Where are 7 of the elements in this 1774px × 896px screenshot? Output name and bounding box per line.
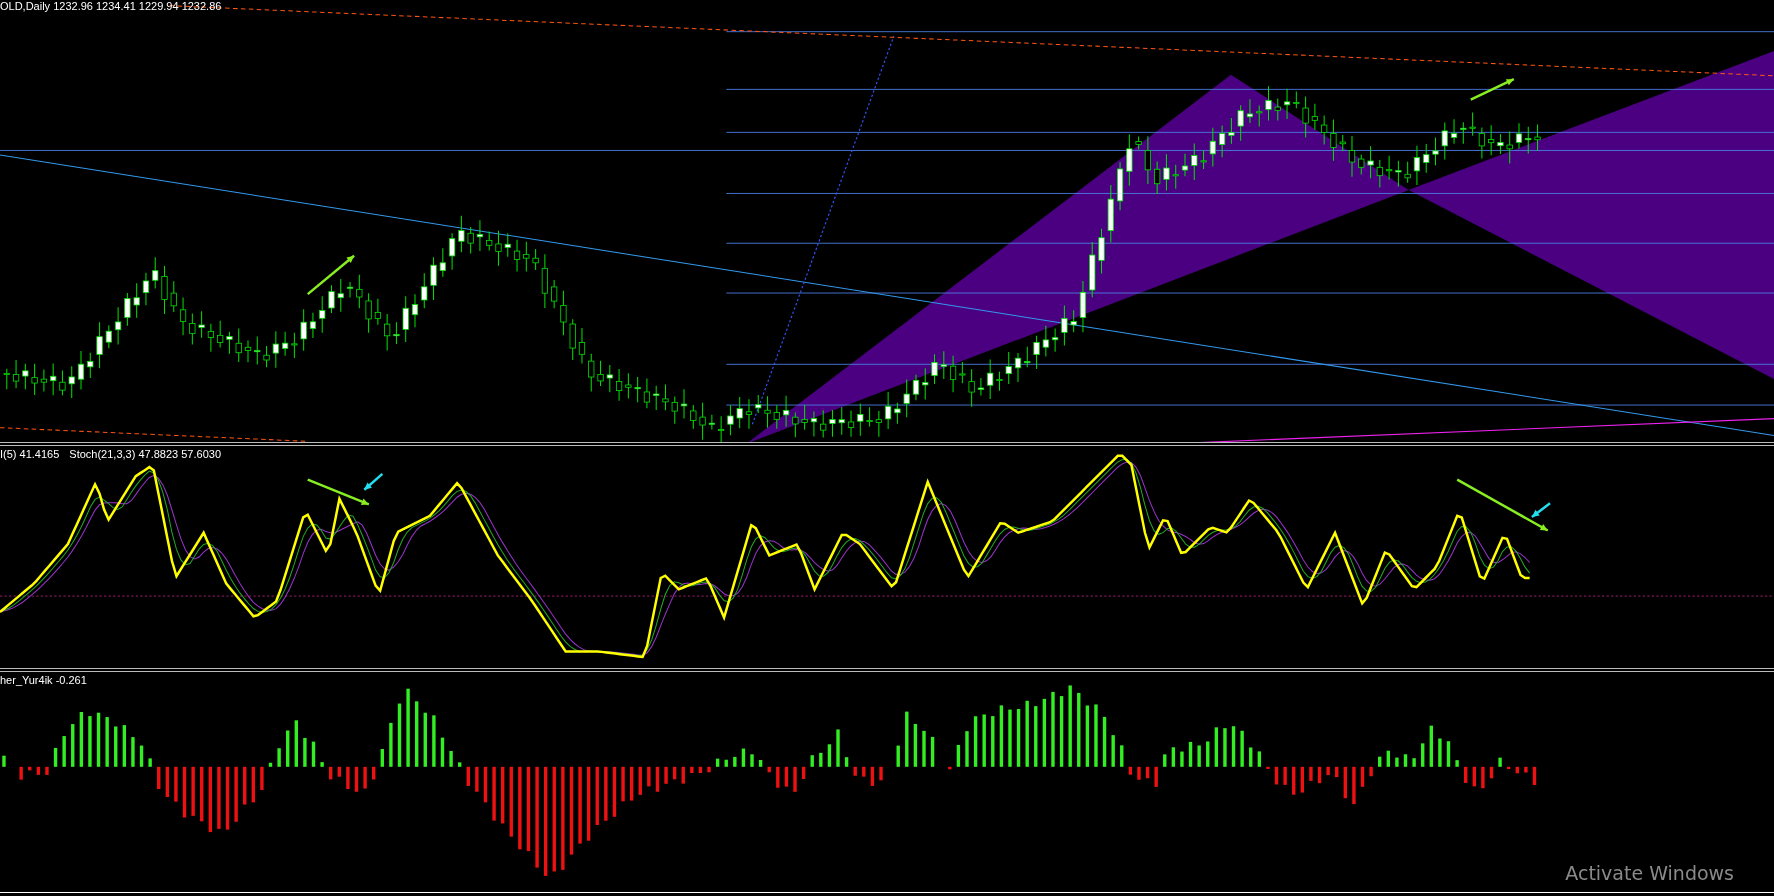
indicator-label: her_Yur4ik -0.261: [0, 673, 87, 686]
activation-notice: Activate Windows: [1565, 862, 1734, 885]
indicator-label: I(5) 41.4165: [0, 447, 60, 460]
arrow-icon: [1470, 78, 1515, 101]
arrow-icon: [306, 254, 355, 296]
chart-label: OLD,Daily 1232.96 1234.41 1229.94 1232.86: [0, 0, 222, 12]
indicator-label: Stoch(21,3,3) 47.8823 57.6030: [69, 447, 221, 460]
